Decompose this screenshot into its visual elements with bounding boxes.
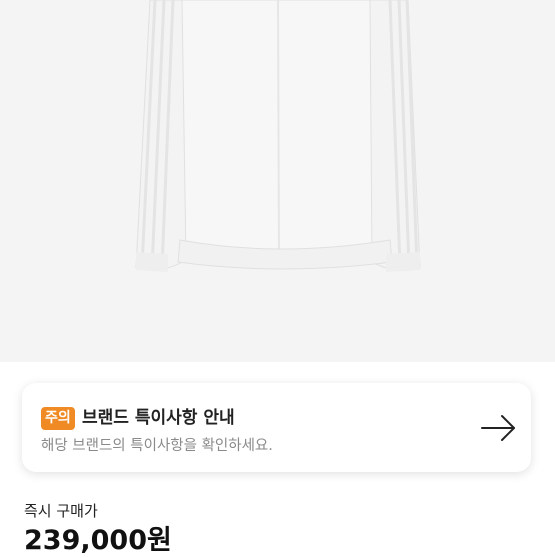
- jacket-illustration: [135, 0, 421, 272]
- arrow-right-icon[interactable]: [479, 413, 519, 443]
- instant-buy-price: 239,000원: [24, 525, 172, 556]
- brand-notice-card[interactable]: 주의 브랜드 특이사항 안내 해당 브랜드의 특이사항을 확인하세요.: [22, 383, 531, 472]
- warning-badge: 주의: [41, 407, 75, 430]
- notice-description: 해당 브랜드의 특이사항을 확인하세요.: [41, 438, 273, 454]
- notice-title: 브랜드 특이사항 안내: [82, 408, 235, 428]
- instant-buy-price-label: 즉시 구매가: [24, 502, 98, 520]
- product-image[interactable]: [0, 0, 555, 362]
